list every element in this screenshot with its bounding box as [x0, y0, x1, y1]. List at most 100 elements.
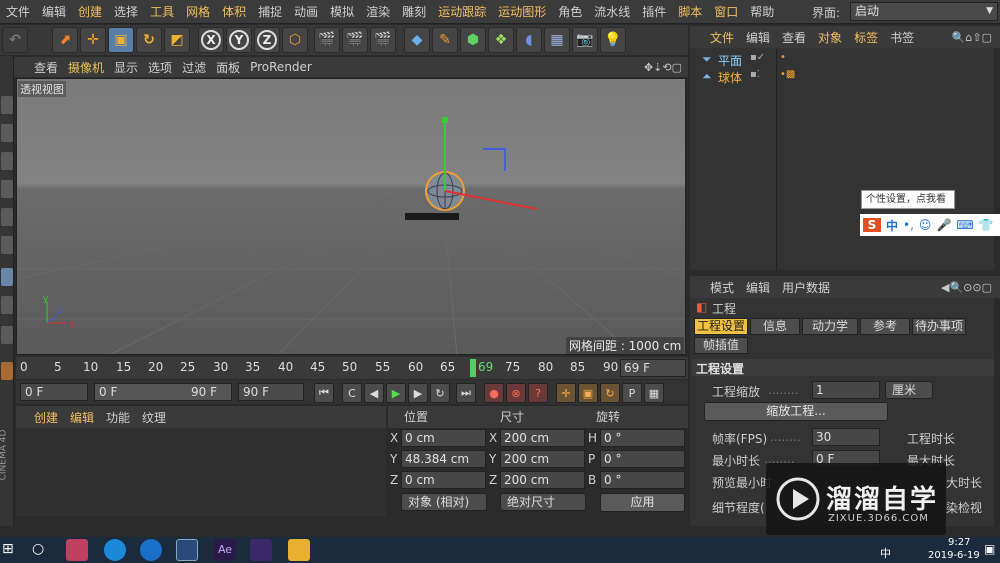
tab-todo[interactable]: 待办事项	[912, 318, 966, 335]
menu-file[interactable]: 文件	[0, 3, 36, 20]
object-manager-nav-icons[interactable]: 🔍⌂⇧▢	[952, 31, 992, 44]
coordinate-system-button[interactable]: ⬡	[282, 27, 308, 53]
rot-p-field[interactable]: 0 °	[600, 450, 685, 468]
viewport-menu-options[interactable]: 选项	[148, 59, 172, 76]
menu-window[interactable]: 窗口	[708, 3, 744, 20]
viewport-menu-prorender[interactable]: ProRender	[250, 60, 312, 74]
attr-menu-edit[interactable]: 编辑	[746, 279, 770, 296]
subdivision-button[interactable]: ⬢	[460, 27, 486, 53]
tab-dynamics[interactable]: 动力学	[802, 318, 858, 335]
project-scale-field[interactable]: 1	[812, 381, 880, 399]
windows-start-icon[interactable]: ⊞	[2, 541, 14, 557]
attribute-scrollbar[interactable]	[994, 298, 1000, 526]
objects-menu-edit[interactable]: 编辑	[746, 29, 770, 46]
menu-animate[interactable]: 动画	[288, 3, 324, 20]
menu-motion-tracking[interactable]: 运动跟踪	[432, 3, 492, 20]
menu-script[interactable]: 脚本	[672, 3, 708, 20]
coordinate-mode-dropdown[interactable]: 对象 (相对)	[401, 493, 487, 511]
size-z-field[interactable]: 200 cm	[500, 471, 585, 489]
pos-x-field[interactable]: 0 cm	[401, 429, 486, 447]
pos-z-field[interactable]: 0 cm	[401, 471, 486, 489]
render-view-button[interactable]: 🎬	[314, 27, 340, 53]
array-button[interactable]: ❖	[488, 27, 514, 53]
menu-snap[interactable]: 捕捉	[252, 3, 288, 20]
objects-menu-objects[interactable]: 对象	[818, 29, 842, 46]
menu-sculpt[interactable]: 雕刻	[396, 3, 432, 20]
menu-volume[interactable]: 体积	[216, 3, 252, 20]
cube-button[interactable]: ◆	[404, 27, 430, 53]
attr-menu-mode[interactable]: 模式	[710, 279, 734, 296]
end-frame-field[interactable]: 90 F	[238, 383, 304, 401]
tab-info[interactable]: 信息	[750, 318, 800, 335]
notification-icon[interactable]: ▣	[984, 542, 995, 556]
pos-y-field[interactable]: 48.384 cm	[401, 450, 486, 468]
after-effects-icon[interactable]: Ae	[214, 539, 236, 561]
layout-select[interactable]: 启动 ▼	[850, 2, 998, 21]
start-frame-field[interactable]: 0 F	[20, 383, 88, 401]
visibility-toggle-icon[interactable]: ▪⁚	[750, 69, 760, 80]
premiere-icon[interactable]	[250, 539, 272, 561]
object-item-plane[interactable]: 平面	[718, 52, 742, 69]
objects-menu-bookmarks[interactable]: 书签	[890, 29, 914, 46]
deformer-button[interactable]: ◖	[516, 27, 542, 53]
search-circle-icon[interactable]: ○	[32, 541, 44, 557]
next-key-button[interactable]: ↻	[430, 383, 450, 403]
goto-start-button[interactable]: ⏮	[314, 383, 334, 403]
axis-z-button[interactable]: Z	[254, 27, 280, 53]
scale-unit-dropdown[interactable]: 厘米	[885, 381, 933, 399]
ie-browser-icon[interactable]	[104, 539, 126, 561]
apply-button[interactable]: 应用	[600, 493, 685, 512]
play-button[interactable]: ▶	[386, 383, 406, 403]
checker-icon[interactable]	[1, 124, 13, 142]
axis-x-button[interactable]: X	[198, 27, 224, 53]
locked-workplane-icon[interactable]	[1, 326, 13, 344]
workplane-icon[interactable]	[1, 268, 13, 286]
microphone-icon[interactable]: 🎤	[936, 218, 951, 232]
viewport-menu-view[interactable]: 查看	[34, 59, 58, 76]
taskbar-lang[interactable]: 中	[880, 545, 891, 561]
emoji-icon[interactable]: ☺	[919, 218, 932, 232]
current-frame-field[interactable]: 69 F	[620, 359, 686, 377]
tab-project-settings[interactable]: 工程设置	[694, 318, 748, 335]
points-mode-icon[interactable]	[1, 96, 13, 114]
scale-tool-button[interactable]: ▣	[108, 27, 134, 53]
undo-button[interactable]: ↶	[2, 27, 28, 53]
light-button[interactable]: 💡	[600, 27, 626, 53]
model-mode-icon[interactable]	[1, 208, 13, 226]
objects-menu-file[interactable]: 文件	[710, 29, 734, 46]
menu-character[interactable]: 角色	[552, 3, 588, 20]
snap-icon[interactable]	[1, 296, 13, 314]
rotate-tool-button[interactable]: ↻	[136, 27, 162, 53]
size-y-field[interactable]: 200 cm	[500, 450, 585, 468]
size-x-field[interactable]: 200 cm	[500, 429, 585, 447]
menu-mesh[interactable]: 网格	[180, 3, 216, 20]
menu-help[interactable]: 帮助	[744, 3, 780, 20]
menu-simulate[interactable]: 模拟	[324, 3, 360, 20]
key-scale-button[interactable]: ▣	[578, 383, 598, 403]
render-picture-viewer-button[interactable]: 🎬	[342, 27, 368, 53]
frame-range-slider[interactable]: 0 F 90 F	[94, 383, 232, 401]
viewport-nav-icons[interactable]: ✥⇣⟲▢	[644, 61, 682, 74]
auto-keying-button[interactable]: ⊗	[506, 383, 526, 403]
viewport-menu-panel[interactable]: 面板	[216, 59, 240, 76]
next-frame-button[interactable]: ▶	[408, 383, 428, 403]
attr-menu-user-data[interactable]: 用户数据	[782, 279, 830, 296]
material-menu-create[interactable]: 创建	[34, 409, 58, 426]
select-tool-button[interactable]: ⬈	[52, 27, 78, 53]
menu-mograph[interactable]: 运动图形	[492, 3, 552, 20]
keyboard-icon[interactable]: ⌨	[956, 218, 973, 232]
goto-end-button[interactable]: ⏭	[456, 383, 476, 403]
fps-field[interactable]: 30	[812, 428, 880, 446]
viewport-menu-display[interactable]: 显示	[114, 59, 138, 76]
material-menu-texture[interactable]: 纹理	[142, 409, 166, 426]
qq-browser-icon[interactable]	[140, 539, 162, 561]
pen-button[interactable]: ✎	[432, 27, 458, 53]
objects-menu-tags[interactable]: 标签	[854, 29, 878, 46]
key-pla-button[interactable]: ▦	[644, 383, 664, 403]
tab-frame-interpolation[interactable]: 帧插值	[694, 337, 748, 354]
menu-render[interactable]: 渲染	[360, 3, 396, 20]
object-item-sphere[interactable]: 球体	[718, 69, 742, 86]
rot-h-field[interactable]: 0 °	[600, 429, 685, 447]
material-area[interactable]	[16, 428, 386, 516]
prev-key-button[interactable]: C	[342, 383, 362, 403]
